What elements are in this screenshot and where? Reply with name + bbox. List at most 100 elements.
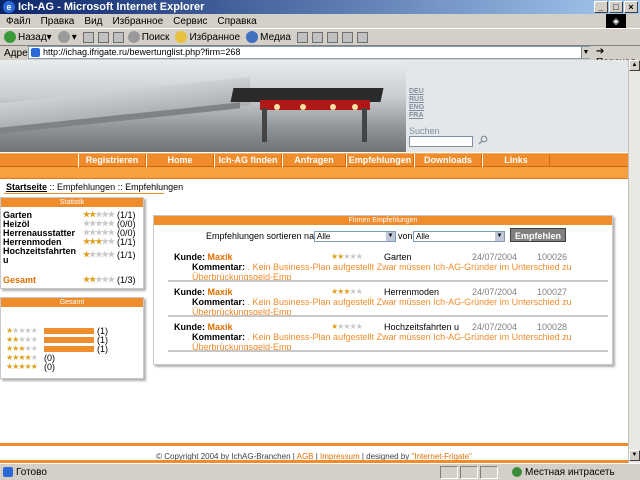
kunde-name-link[interactable]: Maxik <box>208 252 233 262</box>
favorites-button[interactable]: Избранное <box>175 31 240 43</box>
rating-stars: ★★★★★ <box>6 326 38 335</box>
menu-favorites[interactable]: Избранное <box>112 16 163 27</box>
window-title: Ich-AG - Microsoft Internet Explorer <box>18 1 205 13</box>
kunde-name-link[interactable]: Maxik <box>208 322 233 332</box>
breadcrumb-underline <box>4 193 164 194</box>
statistik-box: Statistik Garten ★★★★★ (1/1) Heizöl ★★★★★ (0… <box>0 197 144 289</box>
sort-select[interactable]: Alle ▼ <box>314 231 396 242</box>
intranet-zone-icon <box>512 467 522 477</box>
status-cell <box>440 466 458 479</box>
search-button[interactable]: Поиск <box>127 31 169 43</box>
entry-comment: Kommentar: . Kein Business-Plan aufgeste… <box>192 262 572 282</box>
chevron-down-icon: ▼ <box>386 232 395 241</box>
lang-rus-link[interactable]: RUS <box>409 96 424 103</box>
menu-tools[interactable]: Сервис <box>173 16 207 27</box>
empfehlungen-panel: Firmen Empfehlungen Empfehlungen sortier… <box>153 215 613 365</box>
page-viewport: DEU RUS ENG FRA Suchen Registrieren Home… <box>0 60 628 463</box>
chevron-down-icon: ▼ <box>495 232 504 241</box>
sort-label: Empfehlungen sortieren nach: <box>206 231 327 241</box>
star-empty-icon: ★ <box>107 210 115 219</box>
kunde-name-link[interactable]: Maxik <box>208 287 233 297</box>
nav-downloads[interactable]: Downloads <box>414 154 482 167</box>
zone-text: Местная интрасеть <box>525 467 615 478</box>
menu-help[interactable]: Справка <box>217 16 256 27</box>
status-bar: Готово Местная интрасеть <box>0 463 640 480</box>
rating-stars: ★★★★★ <box>83 237 115 246</box>
von-select[interactable]: Alle ▼ <box>413 231 505 242</box>
search-icon <box>127 31 140 43</box>
rating-bar <box>44 328 94 334</box>
search-input[interactable] <box>409 136 473 147</box>
entry-category: Hochzeitsfahrten u <box>384 322 460 332</box>
forward-button[interactable]: ▾ <box>57 31 77 43</box>
banner-light <box>274 104 280 110</box>
minimize-button[interactable]: _ <box>594 1 608 13</box>
nav-ich-ag-finden[interactable]: Ich-AG finden <box>214 154 282 167</box>
mail-icon[interactable] <box>311 31 323 43</box>
rating-stars: ★★★★★ <box>83 275 115 284</box>
back-button[interactable]: Назад ▾ <box>4 31 52 43</box>
media-button[interactable]: Медиа <box>246 31 291 43</box>
lang-deu-link[interactable]: DEU <box>409 88 424 95</box>
edit-icon[interactable] <box>341 31 353 43</box>
nav-empfehlungen[interactable]: Empfehlungen <box>346 154 414 167</box>
banner-light <box>300 104 306 110</box>
search-label: Suchen <box>409 126 440 136</box>
stop-icon[interactable] <box>82 31 94 43</box>
entry-comment: Kommentar: . Kein Business-Plan aufgeste… <box>192 332 572 352</box>
banner-pillar <box>362 108 367 142</box>
refresh-icon[interactable] <box>97 31 109 43</box>
toolbar: Назад ▾ ▾ Поиск Избранное Медиа <box>0 28 640 46</box>
status-cell <box>460 466 478 479</box>
magnifier-icon[interactable] <box>478 135 488 145</box>
close-button[interactable]: × <box>624 1 638 13</box>
menu-bar: Файл Правка Вид Избранное Сервис Справка… <box>0 14 640 28</box>
star-empty-icon: ★ <box>355 287 363 296</box>
print-icon[interactable] <box>326 31 338 43</box>
address-bar: Адрес: http://ichag.ifrigate.ru/bewertun… <box>0 46 640 68</box>
breadcrumb-path: :: Empfehlungen :: Empfehlungen <box>47 182 184 192</box>
star-empty-icon: ★ <box>30 335 38 344</box>
messenger-icon[interactable] <box>356 31 368 43</box>
entry-date: 24/07/2004 <box>472 322 518 332</box>
nav-registrieren[interactable]: Registrieren <box>78 154 146 167</box>
entry-comment: Kommentar: . Kein Business-Plan aufgeste… <box>192 297 572 317</box>
entry-category: Herrenmoden <box>384 287 440 297</box>
scroll-down-icon[interactable]: ▼ <box>629 450 640 461</box>
windows-logo-icon: ◈ <box>606 14 626 28</box>
entry-separator <box>168 350 608 352</box>
statistik-title: Statistik <box>1 198 143 207</box>
kunde-label: Kunde: Maxik <box>174 287 233 297</box>
star-filled-icon: ★ <box>30 362 38 371</box>
empfehlen-button[interactable]: Empfehlen <box>510 228 566 242</box>
nav-home[interactable]: Home <box>146 154 214 167</box>
star-empty-icon: ★ <box>30 326 38 335</box>
entry-separator <box>168 315 608 317</box>
sub-nav-bar <box>0 167 628 179</box>
maximize-button[interactable]: □ <box>609 1 623 13</box>
window-titlebar: e Ich-AG - Microsoft Internet Explorer _… <box>0 0 640 14</box>
star-empty-icon: ★ <box>355 252 363 261</box>
breadcrumb-home-link[interactable]: Startseite <box>6 182 47 192</box>
vertical-scrollbar[interactable]: ▲ ▼ <box>628 60 640 463</box>
star-empty-icon: ★ <box>30 353 38 362</box>
entry-id: 100026 <box>537 252 568 262</box>
menu-edit[interactable]: Правка <box>41 16 75 27</box>
lang-eng-link[interactable]: ENG <box>409 104 424 111</box>
rating-bar <box>44 337 94 343</box>
language-panel: DEU RUS ENG FRA Suchen <box>406 60 628 152</box>
ie-icon: e <box>3 1 15 13</box>
home-icon[interactable] <box>112 31 124 43</box>
footer-divider <box>0 443 628 446</box>
menu-view[interactable]: Вид <box>84 16 102 27</box>
rating-stars: ★★★★★ <box>331 287 363 296</box>
history-icon[interactable] <box>296 31 308 43</box>
scroll-up-icon[interactable]: ▲ <box>629 60 640 71</box>
stat-total-row[interactable]: Gesamt ★★★★★ (1/3) <box>3 275 139 285</box>
address-input[interactable]: http://ichag.ifrigate.ru/bewertunglist.p… <box>28 46 590 59</box>
nav-anfragen[interactable]: Anfragen <box>282 154 346 167</box>
menu-file[interactable]: Файл <box>6 16 31 27</box>
nav-links[interactable]: Links <box>482 154 550 167</box>
lang-fra-link[interactable]: FRA <box>409 112 423 119</box>
address-dropdown-icon[interactable]: ▼ <box>581 47 590 58</box>
